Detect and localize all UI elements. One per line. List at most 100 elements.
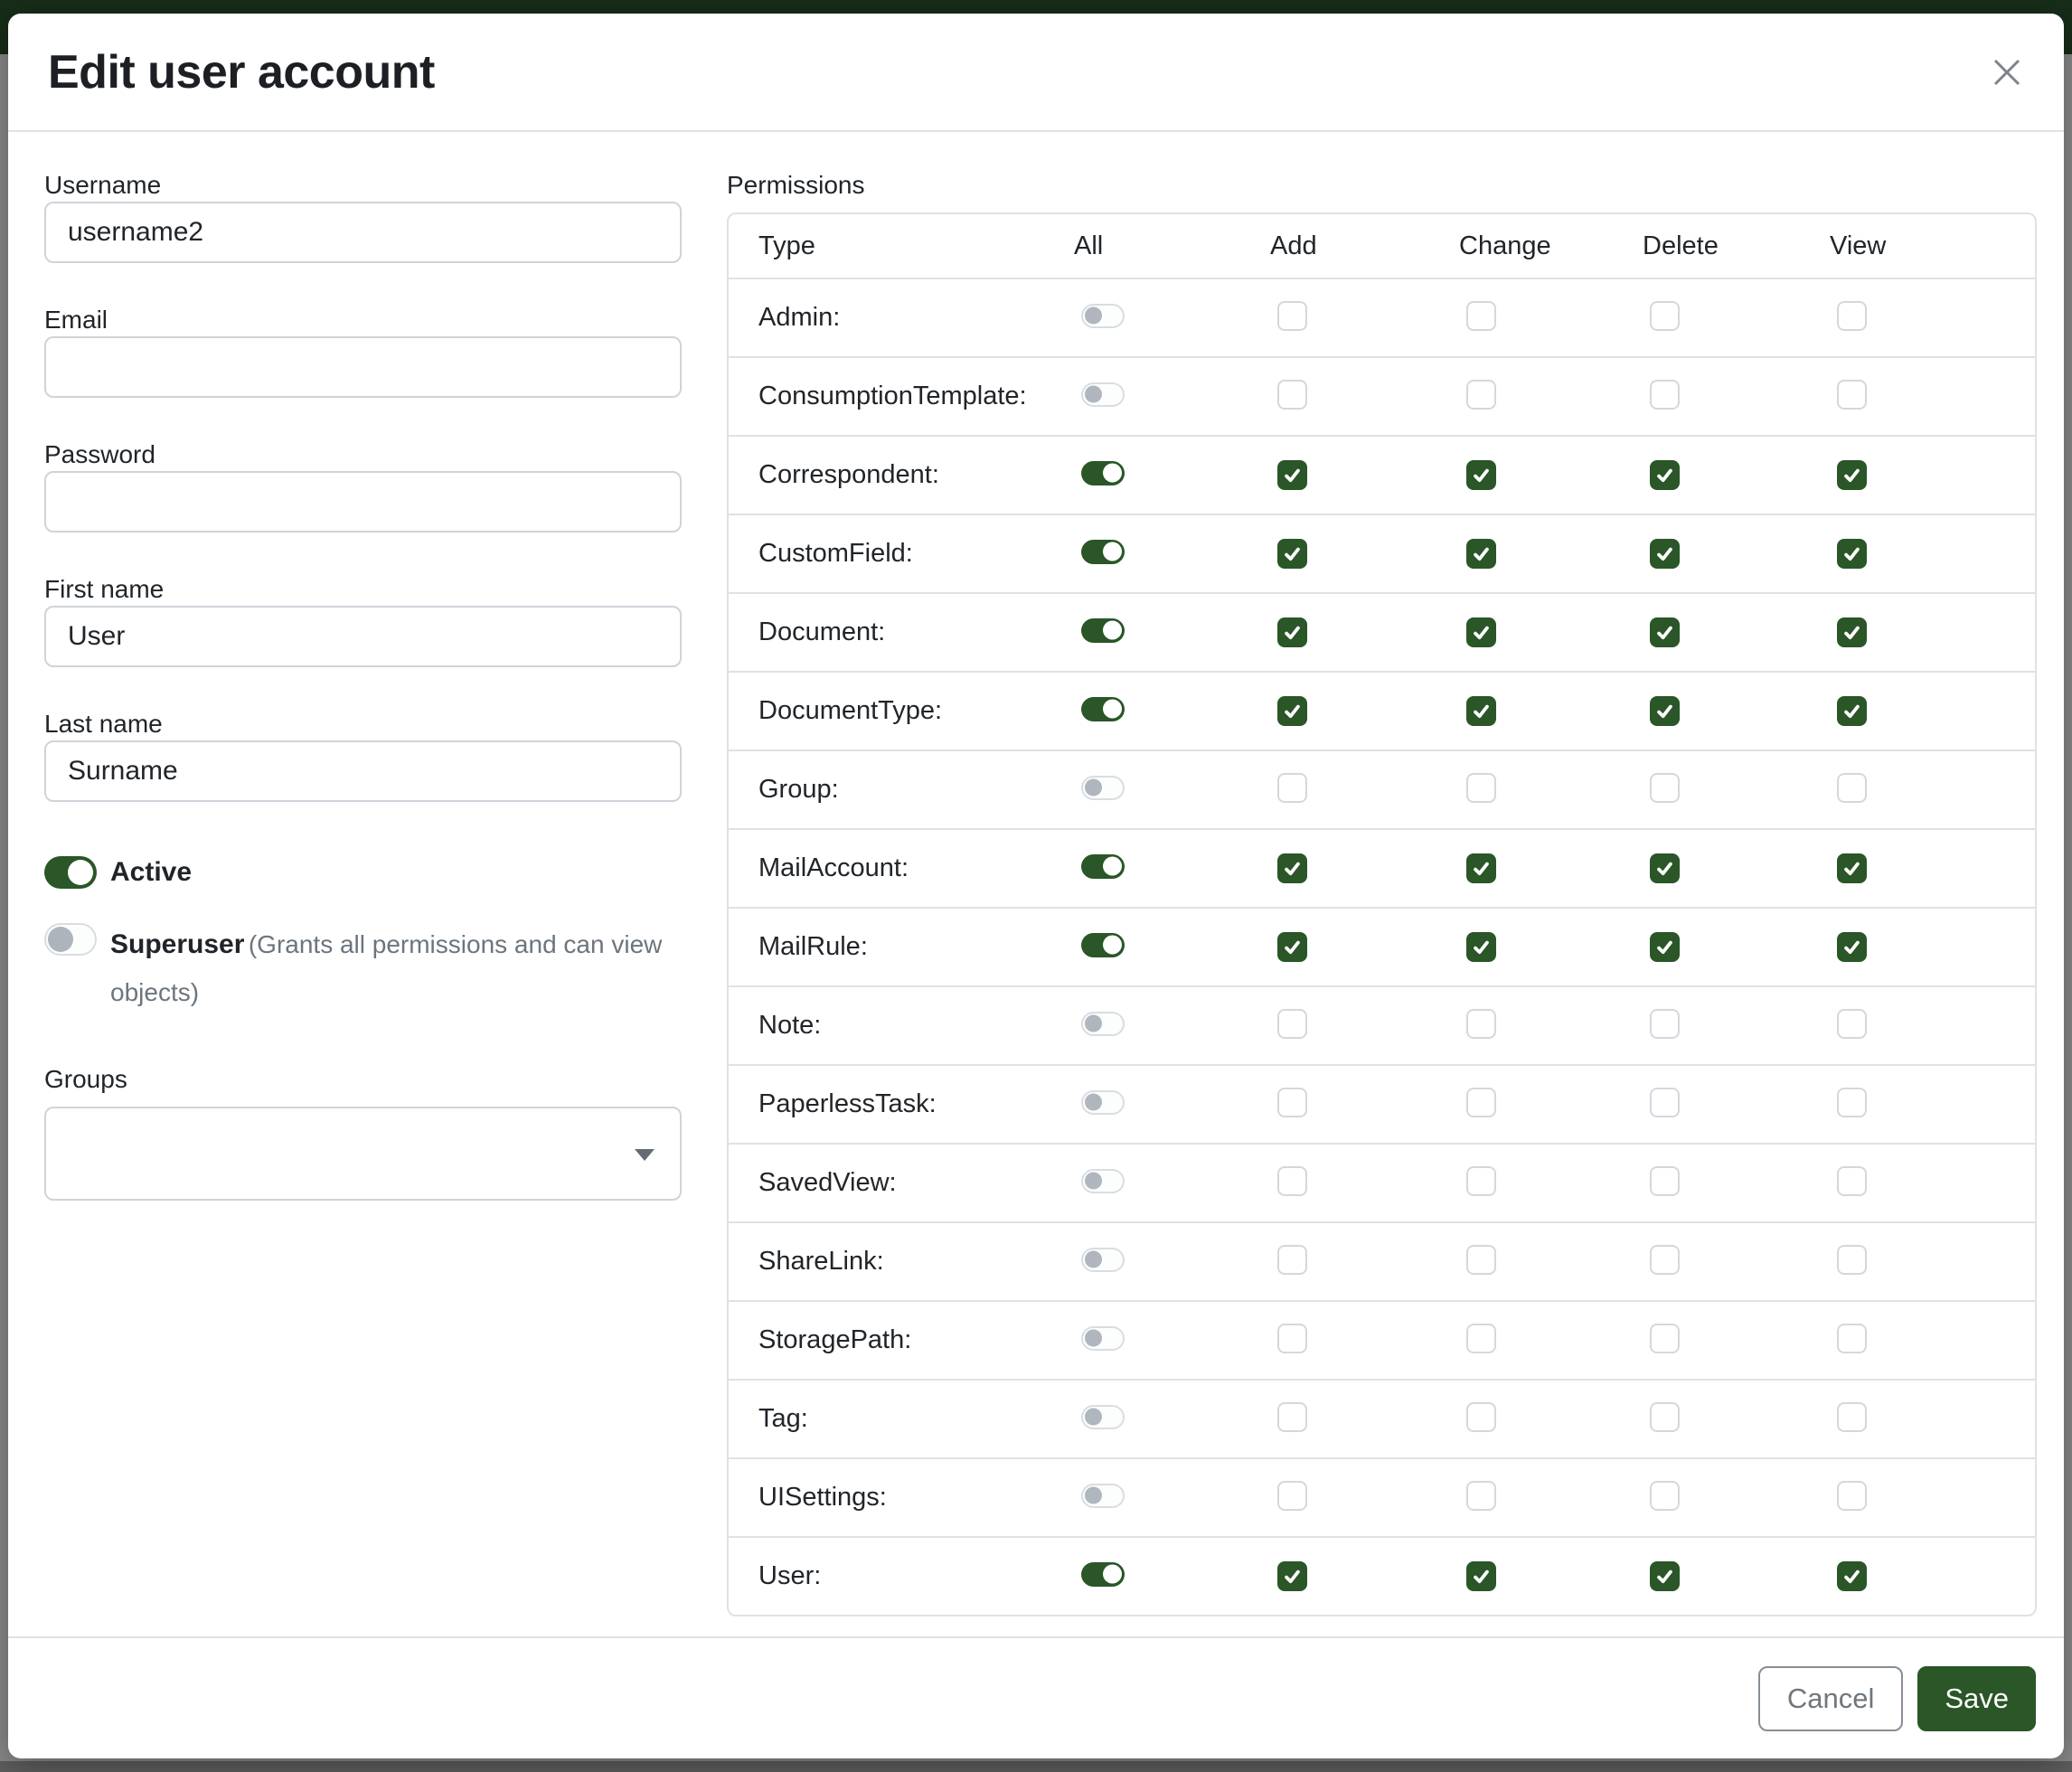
perm-view-checkbox[interactable]: [1837, 1088, 1867, 1117]
perm-delete-checkbox[interactable]: [1650, 1088, 1680, 1117]
perm-add-checkbox[interactable]: [1277, 1245, 1307, 1275]
perm-view-checkbox[interactable]: [1837, 539, 1867, 569]
first-name-field[interactable]: [44, 606, 682, 667]
perm-view-checkbox[interactable]: [1837, 1481, 1867, 1511]
toggle-knob: [1103, 936, 1122, 955]
perm-all-toggle[interactable]: [1081, 854, 1125, 879]
perm-change-checkbox[interactable]: [1466, 1009, 1496, 1039]
perm-change-checkbox[interactable]: [1466, 1245, 1496, 1275]
perm-add-checkbox[interactable]: [1277, 1324, 1307, 1353]
perm-all-toggle[interactable]: [1081, 1484, 1125, 1508]
perm-all-toggle[interactable]: [1081, 618, 1125, 643]
email-field[interactable]: [44, 336, 682, 398]
perm-change-checkbox[interactable]: [1466, 539, 1496, 569]
superuser-toggle[interactable]: [44, 923, 97, 956]
perm-view-checkbox[interactable]: [1837, 696, 1867, 726]
perm-all-toggle[interactable]: [1081, 461, 1125, 485]
perm-view-checkbox[interactable]: [1837, 1324, 1867, 1353]
perm-view-checkbox[interactable]: [1837, 1166, 1867, 1196]
perm-add-checkbox[interactable]: [1277, 1561, 1307, 1591]
perm-change-checkbox[interactable]: [1466, 1324, 1496, 1353]
perm-all-toggle[interactable]: [1081, 382, 1125, 407]
perm-change-checkbox[interactable]: [1466, 1402, 1496, 1432]
perm-all-toggle[interactable]: [1081, 776, 1125, 800]
perm-change-checkbox[interactable]: [1466, 1481, 1496, 1511]
perm-change-checkbox[interactable]: [1466, 1166, 1496, 1196]
perm-delete-checkbox[interactable]: [1650, 1561, 1680, 1591]
perm-add-checkbox[interactable]: [1277, 853, 1307, 883]
save-button[interactable]: Save: [1917, 1666, 2036, 1731]
perm-change-checkbox[interactable]: [1466, 380, 1496, 410]
perm-view-checkbox[interactable]: [1837, 1245, 1867, 1275]
perm-add-checkbox[interactable]: [1277, 696, 1307, 726]
perm-delete-checkbox[interactable]: [1650, 932, 1680, 962]
username-input[interactable]: [44, 202, 682, 263]
perm-add-checkbox[interactable]: [1277, 460, 1307, 490]
perm-delete-checkbox[interactable]: [1650, 617, 1680, 647]
perm-all-toggle[interactable]: [1081, 1562, 1125, 1587]
perm-add-checkbox[interactable]: [1277, 380, 1307, 410]
perm-view-checkbox[interactable]: [1837, 853, 1867, 883]
perm-change-checkbox[interactable]: [1466, 696, 1496, 726]
perm-add-checkbox[interactable]: [1277, 773, 1307, 803]
perm-all-toggle[interactable]: [1081, 1090, 1125, 1115]
perm-all-toggle[interactable]: [1081, 304, 1125, 328]
perm-delete-checkbox[interactable]: [1650, 1009, 1680, 1039]
perm-view-checkbox[interactable]: [1837, 617, 1867, 647]
perm-change-checkbox[interactable]: [1466, 773, 1496, 803]
perm-change-checkbox[interactable]: [1466, 617, 1496, 647]
perm-all-toggle[interactable]: [1081, 933, 1125, 957]
perm-change-checkbox[interactable]: [1466, 460, 1496, 490]
perm-add-checkbox[interactable]: [1277, 1402, 1307, 1432]
perm-add-checkbox[interactable]: [1277, 1166, 1307, 1196]
last-name-field[interactable]: [44, 740, 682, 802]
perm-view-checkbox[interactable]: [1837, 1402, 1867, 1432]
perm-view-checkbox[interactable]: [1837, 460, 1867, 490]
perm-add-checkbox[interactable]: [1277, 1009, 1307, 1039]
perm-add-checkbox[interactable]: [1277, 301, 1307, 331]
perm-all-toggle[interactable]: [1081, 1169, 1125, 1193]
edit-user-dialog: Edit user account Username Email Passwor…: [8, 14, 2064, 1758]
perm-view-checkbox[interactable]: [1837, 1009, 1867, 1039]
perm-change-checkbox[interactable]: [1466, 1561, 1496, 1591]
perm-change-checkbox[interactable]: [1466, 301, 1496, 331]
close-button[interactable]: [1986, 52, 2028, 93]
perm-delete-checkbox[interactable]: [1650, 1324, 1680, 1353]
perm-delete-checkbox[interactable]: [1650, 696, 1680, 726]
perm-change-checkbox[interactable]: [1466, 932, 1496, 962]
perm-all-toggle[interactable]: [1081, 1326, 1125, 1351]
perm-add-checkbox[interactable]: [1277, 539, 1307, 569]
perm-add-checkbox[interactable]: [1277, 1088, 1307, 1117]
perm-view-checkbox[interactable]: [1837, 932, 1867, 962]
perm-all-toggle[interactable]: [1081, 697, 1125, 721]
permission-type-label: DocumentType:: [758, 696, 1081, 726]
perm-delete-checkbox[interactable]: [1650, 380, 1680, 410]
groups-select[interactable]: [44, 1107, 682, 1201]
perm-all-toggle[interactable]: [1081, 1012, 1125, 1036]
perm-add-checkbox[interactable]: [1277, 1481, 1307, 1511]
perm-all-toggle[interactable]: [1081, 1405, 1125, 1429]
perm-delete-checkbox[interactable]: [1650, 1402, 1680, 1432]
perm-delete-checkbox[interactable]: [1650, 773, 1680, 803]
perm-delete-checkbox[interactable]: [1650, 301, 1680, 331]
perm-delete-checkbox[interactable]: [1650, 1166, 1680, 1196]
perm-all-toggle[interactable]: [1081, 1248, 1125, 1272]
perm-delete-checkbox[interactable]: [1650, 539, 1680, 569]
perm-change-checkbox[interactable]: [1466, 1088, 1496, 1117]
perm-change-checkbox[interactable]: [1466, 853, 1496, 883]
perm-add-checkbox[interactable]: [1277, 617, 1307, 647]
perm-delete-checkbox[interactable]: [1650, 1481, 1680, 1511]
password-field[interactable]: [44, 471, 682, 533]
perm-view-checkbox[interactable]: [1837, 380, 1867, 410]
perm-view-checkbox[interactable]: [1837, 301, 1867, 331]
perm-delete-checkbox[interactable]: [1650, 460, 1680, 490]
perm-add-checkbox[interactable]: [1277, 932, 1307, 962]
perm-delete-checkbox[interactable]: [1650, 853, 1680, 883]
perm-all-toggle[interactable]: [1081, 540, 1125, 564]
active-toggle[interactable]: [44, 856, 97, 889]
perm-view-checkbox[interactable]: [1837, 1561, 1867, 1591]
perm-view-checkbox[interactable]: [1837, 773, 1867, 803]
toggle-knob: [1103, 857, 1122, 876]
cancel-button[interactable]: Cancel: [1758, 1666, 1904, 1731]
perm-delete-checkbox[interactable]: [1650, 1245, 1680, 1275]
